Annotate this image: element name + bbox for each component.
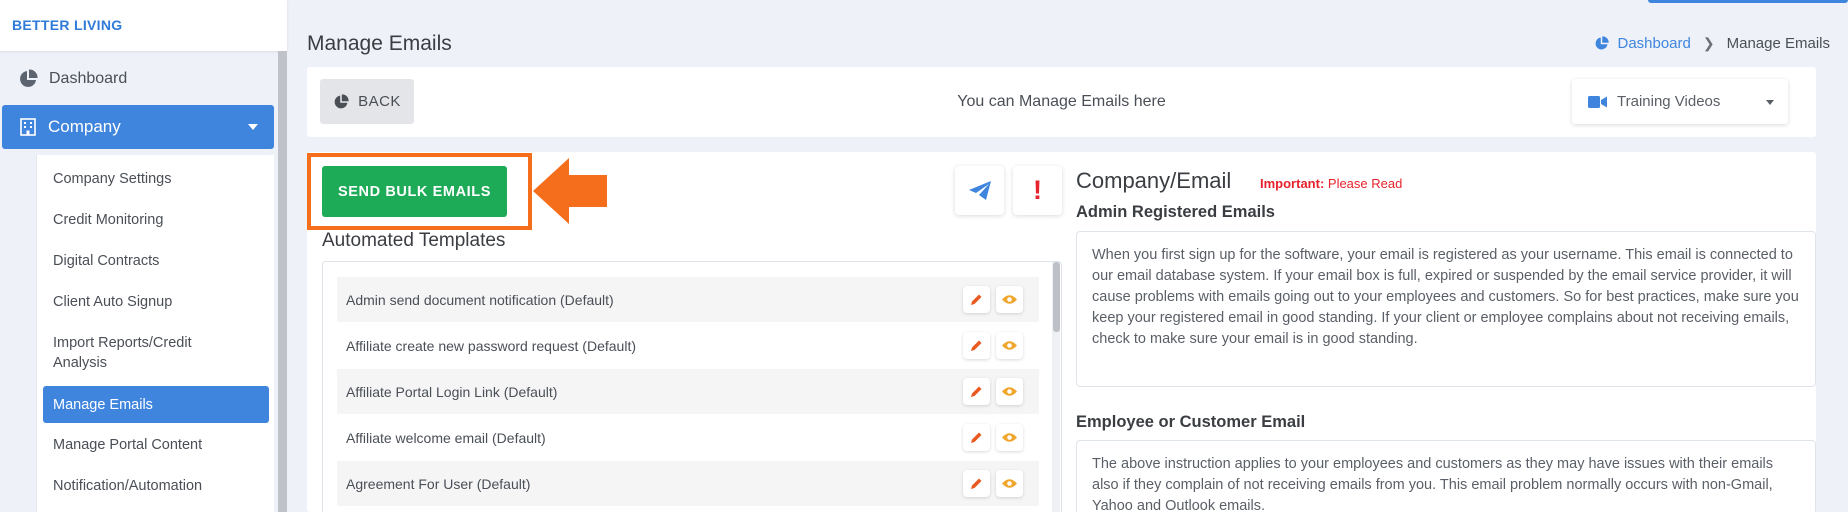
list-item: Affiliate create new password request (D…	[337, 323, 1039, 368]
list-item: Affiliate Portal Login Link (Default)	[337, 369, 1039, 414]
employee-email-info: The above instruction applies to your em…	[1076, 440, 1816, 512]
eye-icon	[1002, 433, 1017, 442]
eye-icon	[1002, 479, 1017, 488]
pie-chart-icon	[1596, 36, 1610, 50]
important-note[interactable]: Important: Please Read	[1260, 176, 1402, 191]
send-bulk-emails-button[interactable]: SEND BULK EMAILS	[322, 166, 507, 217]
eye-icon	[1002, 387, 1017, 396]
sidebar-item-digital-contracts[interactable]: Digital Contracts	[37, 251, 275, 271]
chevron-down-icon	[1766, 100, 1774, 105]
list-item: Affiliate welcome email (Default)	[337, 415, 1039, 460]
list-item: Agreement For User (Default)	[337, 461, 1039, 506]
top-accent-bar	[1648, 0, 1848, 3]
pencil-icon	[971, 478, 982, 489]
sidebar-item-company-settings[interactable]: Company Settings	[37, 169, 275, 189]
building-icon	[20, 118, 36, 136]
chevron-down-icon	[248, 124, 258, 130]
video-camera-icon	[1588, 95, 1607, 108]
edit-template-button[interactable]	[963, 470, 990, 497]
exclamation-icon: !	[1033, 175, 1042, 205]
eye-icon	[1002, 295, 1017, 304]
important-notice-button[interactable]: !	[1013, 166, 1062, 215]
company-submenu: Company Settings Credit Monitoring Digit…	[36, 155, 274, 512]
send-email-button[interactable]	[955, 166, 1004, 215]
admin-emails-title: Admin Registered Emails	[1076, 203, 1275, 221]
edit-template-button[interactable]	[963, 332, 990, 359]
template-name: Affiliate welcome email (Default)	[346, 429, 546, 446]
list-item: Admin send document notification (Defaul…	[337, 277, 1039, 322]
sidebar-item-dashboard[interactable]: Dashboard	[0, 62, 278, 96]
sidebar-item-client-auto-signup[interactable]: Client Auto Signup	[37, 292, 275, 312]
sidebar-item-company[interactable]: Company	[2, 105, 274, 149]
pencil-icon	[971, 294, 982, 305]
breadcrumb-current: Manage Emails	[1726, 35, 1830, 52]
sidebar-item-notification-automation[interactable]: Notification/Automation	[37, 476, 275, 496]
template-name: Affiliate create new password request (D…	[346, 337, 636, 354]
chevron-right-icon: ❯	[1702, 35, 1715, 51]
employee-email-title: Employee or Customer Email	[1076, 413, 1306, 431]
training-videos-label: Training Videos	[1617, 93, 1721, 110]
edit-template-button[interactable]	[963, 378, 990, 405]
important-text: Please Read	[1324, 176, 1403, 191]
sidebar-item-manage-emails[interactable]: Manage Emails	[43, 386, 269, 423]
pie-chart-icon	[20, 69, 38, 87]
eye-icon	[1002, 341, 1017, 350]
breadcrumb-home-label: Dashboard	[1617, 35, 1691, 52]
brand-header: BETTER LIVING	[0, 0, 287, 51]
edit-template-button[interactable]	[963, 424, 990, 451]
sidebar-item-manage-portal-content[interactable]: Manage Portal Content	[37, 435, 275, 455]
template-name: Affiliate Portal Login Link (Default)	[346, 383, 558, 400]
template-name: Admin send document notification (Defaul…	[346, 291, 614, 308]
pencil-icon	[971, 386, 982, 397]
view-template-button[interactable]	[996, 332, 1023, 359]
admin-emails-info: When you first sign up for the software,…	[1076, 231, 1816, 387]
edit-template-button[interactable]	[963, 286, 990, 313]
sidebar-scrollbar-thumb[interactable]	[278, 51, 287, 512]
important-label: Important:	[1260, 176, 1325, 191]
paper-plane-icon	[968, 180, 991, 200]
pencil-icon	[971, 340, 982, 351]
pencil-icon	[971, 432, 982, 443]
view-template-button[interactable]	[996, 470, 1023, 497]
training-videos-dropdown[interactable]: Training Videos	[1572, 79, 1788, 124]
templates-scrollbar-thumb[interactable]	[1053, 262, 1060, 332]
company-email-title: Company/Email	[1076, 168, 1232, 193]
sidebar-item-credit-monitoring[interactable]: Credit Monitoring	[37, 210, 275, 230]
brand-name: BETTER LIVING	[12, 17, 123, 33]
sidebar-item-label: Dashboard	[49, 70, 128, 87]
view-template-button[interactable]	[996, 378, 1023, 405]
toolbar: BACK You can Manage Emails here Training…	[307, 67, 1816, 137]
template-name: Agreement For User (Default)	[346, 475, 531, 492]
sidebar-item-import-reports[interactable]: Import Reports/Credit Analysis	[37, 333, 237, 373]
sidebar-item-label: Company	[48, 117, 121, 136]
breadcrumb: Dashboard ❯ Manage Emails	[1594, 35, 1830, 52]
view-template-button[interactable]	[996, 286, 1023, 313]
view-template-button[interactable]	[996, 424, 1023, 451]
templates-title: Automated Templates	[322, 230, 506, 251]
arrow-left-icon	[533, 158, 607, 224]
page-title: Manage Emails	[307, 32, 452, 55]
sidebar: BETTER LIVING Dashboard Company Company …	[0, 0, 287, 512]
breadcrumb-dashboard-link[interactable]: Dashboard	[1594, 35, 1691, 52]
